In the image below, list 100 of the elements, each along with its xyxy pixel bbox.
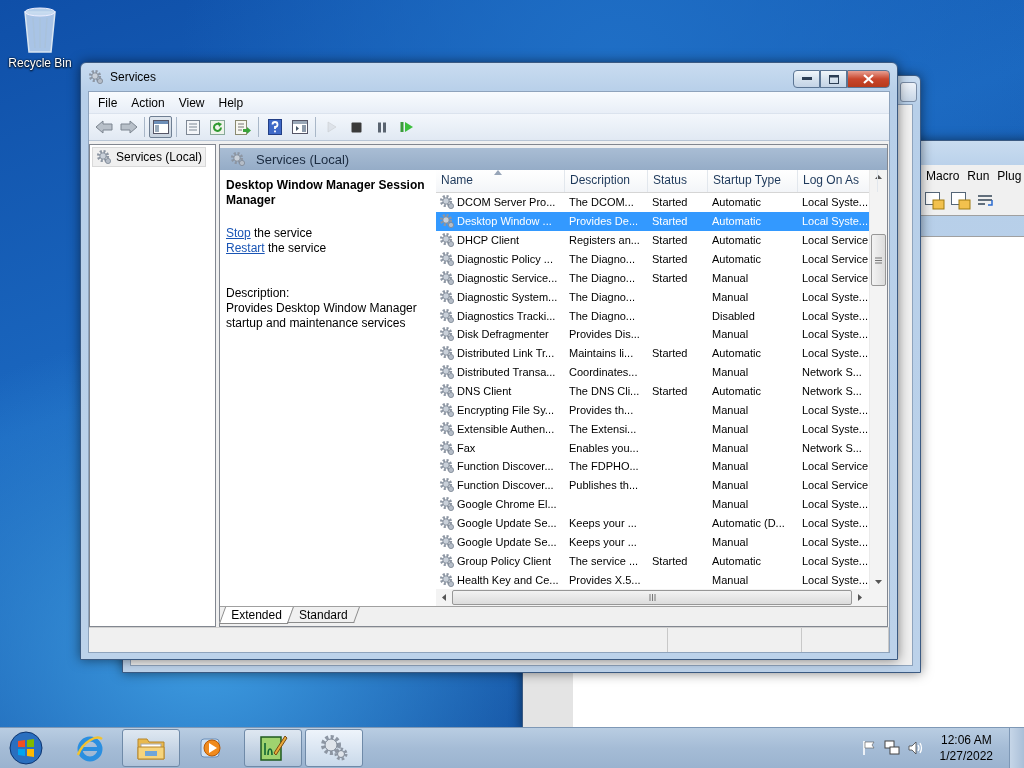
service-title: Desktop Window Manager Session Manager [226,178,426,208]
gear-icon [439,307,455,324]
vertical-scrollbar[interactable] [869,170,887,589]
toolbar-button[interactable] [149,116,172,138]
help-icon [267,119,282,135]
close-button[interactable] [847,70,890,88]
table-row[interactable]: Distributed Transa... Coordinates... Manual Network S... [436,362,869,382]
table-cell-text: Local Syste... [801,498,870,511]
table-cell-text: Started [651,271,689,284]
table-row[interactable]: Google Update Se... Keeps your ... Automatic (D... Local Syste... [436,513,869,533]
description-text: Provides Desktop Window Manager startup and maintenance services [226,301,418,331]
desktop-icon-label[interactable]: Recycle Bin [8,56,72,70]
title-bar-button[interactable] [900,82,917,102]
table-row[interactable]: Google Update Se... Keeps your ... Manual Local Syste... [436,532,869,552]
service-name: Function Discover... [457,460,554,473]
window-title: Services [110,70,156,84]
table-row[interactable]: DNS Client The DNS Cli... Started Automatic Network S... [436,381,869,401]
gear-icon [439,251,455,267]
column-header[interactable]: Description [565,170,648,192]
volume-icon[interactable] [907,740,924,756]
table-cell-text: Automatic [711,215,762,228]
taskbar-button[interactable] [244,729,302,767]
clock[interactable]: 12:06 AM 1/27/2022 [931,732,1001,764]
table-cell-text: The Extensi... [568,422,638,435]
table-row[interactable]: Distributed Link Tr... Maintains li... Started Automatic Local Syste... [436,343,869,363]
gear-icon [439,533,455,550]
taskbar-button[interactable] [122,729,180,767]
taskbar-button[interactable] [305,729,363,767]
horizontal-scrollbar[interactable] [436,589,887,606]
table-row[interactable]: Health Key and Ce... Provides X.5... Manual Local Syste... [436,570,869,590]
table-cell-text: Manual [711,441,750,454]
table-row[interactable]: Diagnostic System... The Diagno... Manual Local Syste... [436,287,869,307]
service-name: Group Policy Client [457,554,552,567]
table-cell-text: Manual [711,271,750,284]
table-cell-text: Network S... [801,366,863,379]
table-cell-text: Started [651,234,689,247]
service-name: Extensible Authen... [457,422,555,435]
table-row[interactable]: Function Discover... The FDPHO... Manual Local Service [436,457,869,476]
view-tab[interactable]: Extended [218,607,294,624]
table-cell-text: Enables you... [568,441,640,454]
menu-item[interactable]: Action [124,93,172,112]
table-row[interactable]: Diagnostic Service... The Diagno... Started Manual Local Service [436,268,869,288]
table-cell-text: The Diagno... [568,271,637,284]
table-row[interactable]: DCOM Server Pro... The DCOM... Started Automatic Local Syste... [436,193,869,212]
column-header[interactable]: Name [436,170,565,192]
table-row[interactable]: Encrypting File Sy... Provides th... Manual Local Syste... [436,400,869,420]
table-row[interactable]: Function Discover... Publishes th... Manual Local Service [436,475,869,495]
table-cell-text: Local Service [801,234,870,247]
table-cell-text: Publishes th... [568,479,640,492]
window-lock-icon[interactable] [951,192,971,210]
table-row[interactable]: Disk Defragmenter Provides Dis... Manual Local Syste... [436,325,869,344]
action-text: Stop the service [226,226,314,241]
service-name: Google Update Se... [457,517,557,530]
menu-item[interactable]: Plug [993,167,1024,185]
service-name: Diagnostic Policy ... [457,253,553,265]
column-header[interactable]: Status [648,170,708,192]
action-link[interactable]: Stop [226,226,251,240]
menu-item[interactable]: Macro [922,167,964,185]
table-cell-text: Automatic [711,253,762,265]
table-row[interactable]: Diagnostics Tracki... The Diagno... Disabled Local Syste... [436,306,869,325]
table-cell-text: Started [651,196,689,209]
flag-icon[interactable] [861,740,876,756]
table-cell-text: Local Syste... [801,554,870,567]
table-cell-text: Local Service [801,253,870,265]
window-lock-icon[interactable] [925,192,945,210]
column-header[interactable]: Startup Type [708,170,798,192]
table-row[interactable]: Google Chrome El... Manual Local Syste... [436,494,869,514]
network-icon[interactable] [883,740,900,756]
folder-icon [136,735,166,761]
service-name: Desktop Window ... [457,215,552,228]
table-cell-text: Local Syste... [801,290,870,303]
gears-icon [318,733,350,763]
menu-item[interactable]: Run [963,167,994,185]
minimize-button[interactable] [793,70,820,88]
table-row[interactable]: Extensible Authen... The Extensi... Manual Local Syste... [436,419,869,439]
gear-icon [439,458,455,475]
table-cell-text: Provides Dis... [568,328,641,341]
service-name: Encrypting File Sy... [457,403,554,416]
table-row[interactable]: DHCP Client Registers an... Started Automatic Local Service [436,230,869,250]
table-cell-text: Local Syste... [801,196,870,209]
table-cell-text: Started [651,385,689,397]
table-row[interactable]: Group Policy Client The service ... Started Automatic Local Syste... [436,551,869,571]
clock-time: 12:06 AM [940,732,992,748]
table-cell-text: Started [651,215,689,228]
grip-icon [648,594,656,601]
action-link[interactable]: Restart [226,241,265,255]
table-row[interactable]: Diagnostic Policy ... The Diagno... Started Automatic Local Service [436,249,869,269]
menu-item[interactable]: File [91,93,125,112]
menu-item[interactable]: View [171,93,212,112]
tree-item[interactable]: Services (Local) [92,147,207,167]
table-cell-text: Maintains li... [568,347,635,360]
service-name: Diagnostics Tracki... [457,309,556,322]
table-cell-text: Keeps your ... [568,535,638,548]
table-row[interactable]: Fax Enables you... Manual Network S... [436,438,869,458]
menu-item[interactable]: Help [211,93,251,112]
maximize-button[interactable] [820,70,847,88]
view-tab[interactable]: Standard [286,607,360,623]
table-cell-text: Local Syste... [801,573,870,586]
play-icon [326,121,337,133]
gear-icon [439,232,455,249]
